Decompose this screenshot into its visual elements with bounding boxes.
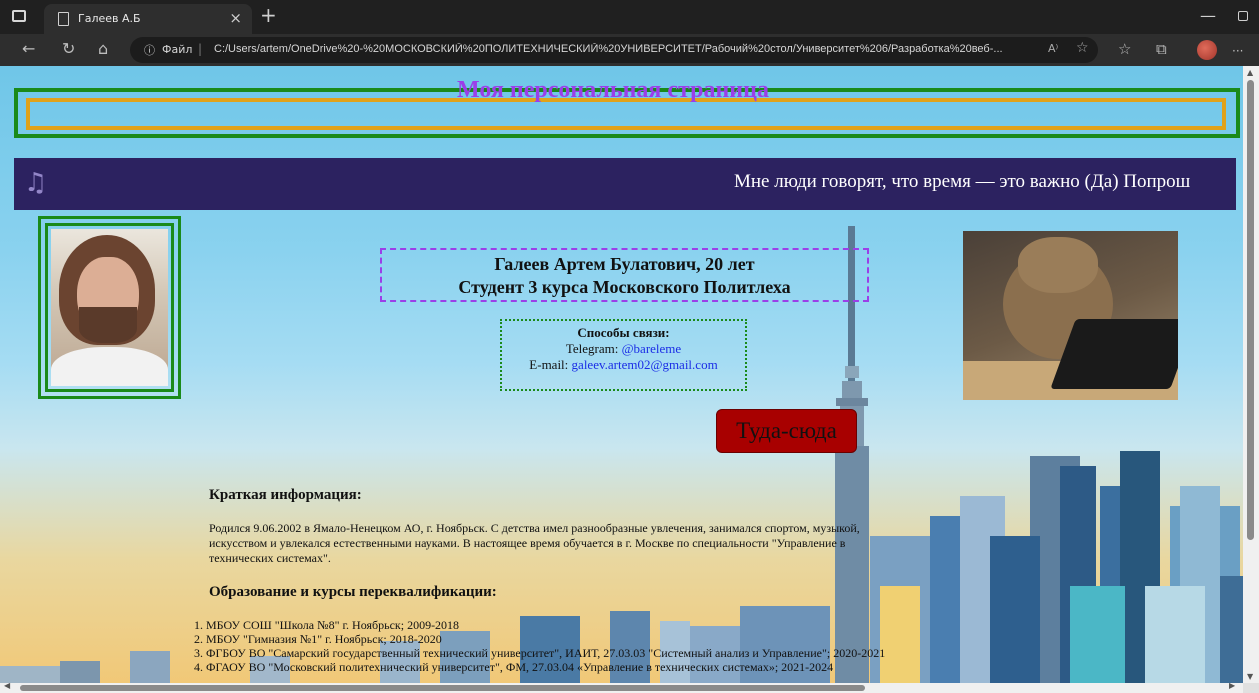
education-list: 1. МБОУ СОШ "Школа №8" г. Ноябрьск; 2009… bbox=[194, 618, 885, 674]
address-bar[interactable]: ⓘ Файл | C:/Users/artem/OneDrive%20-%20М… bbox=[130, 37, 1098, 63]
profile-avatar[interactable] bbox=[1197, 40, 1217, 60]
collections-icon[interactable]: ⧉ bbox=[1156, 39, 1167, 59]
favorites-icon[interactable]: ☆ bbox=[1118, 39, 1131, 59]
scroll-right-icon[interactable]: ▶ bbox=[1229, 681, 1235, 690]
telegram-row: Telegram: @bareleme bbox=[502, 341, 745, 357]
list-item: 2. МБОУ "Гимназия №1" г. Ноябрьск; 2018-… bbox=[194, 632, 442, 646]
profile-photo-frame bbox=[38, 216, 181, 399]
full-name: Галеев Артем Булатович, 20 лет bbox=[494, 254, 755, 274]
info-icon[interactable]: ⓘ bbox=[144, 42, 155, 58]
brief-text: Родился 9.06.2002 в Ямало-Ненецком АО, г… bbox=[209, 521, 860, 565]
browser-tab-active[interactable]: Галеев А.Б × bbox=[44, 4, 252, 34]
contacts-heading: Способы связи: bbox=[577, 325, 670, 340]
contacts-box: Способы связи: Telegram: @bareleme E-mai… bbox=[500, 319, 747, 391]
vertical-scroll-thumb[interactable] bbox=[1247, 80, 1254, 540]
name-box: Галеев Артем Булатович, 20 лет Студент 3… bbox=[380, 248, 869, 302]
page-title: Моя персональная страница bbox=[457, 77, 769, 103]
address-url[interactable]: C:/Users/artem/OneDrive%20-%20МОСКОВСКИЙ… bbox=[214, 43, 1044, 55]
more-menu-icon[interactable]: ··· bbox=[1232, 41, 1243, 61]
window-menu-icon[interactable] bbox=[12, 10, 26, 22]
browser-tab-bar: Галеев А.Б × + — bbox=[0, 0, 1259, 34]
scrollbar-corner bbox=[1243, 683, 1259, 693]
scroll-up-icon[interactable]: ▲ bbox=[1247, 68, 1253, 77]
maximize-icon[interactable] bbox=[1238, 11, 1248, 21]
list-item: 4. ФГАОУ ВО "Московский политехнический … bbox=[194, 660, 834, 674]
toggle-button[interactable]: Туда-сюда bbox=[716, 409, 857, 453]
telegram-label: Telegram: bbox=[565, 341, 619, 356]
page-viewport: Моя персональная страница ♫ Мне люди гов… bbox=[0, 66, 1243, 683]
student-status: Студент 3 курса Московского Политлеха bbox=[458, 277, 791, 297]
scroll-down-icon[interactable]: ▼ bbox=[1247, 672, 1253, 681]
brief-heading: Краткая информация: bbox=[209, 487, 362, 503]
education-heading: Образование и курсы переквалификации: bbox=[209, 584, 497, 600]
favorite-star-icon[interactable]: ☆ bbox=[1076, 40, 1089, 56]
reload-icon[interactable]: ↻ bbox=[62, 39, 75, 59]
scroll-left-icon[interactable]: ◀ bbox=[4, 681, 10, 690]
read-aloud-icon[interactable]: A⁾ bbox=[1048, 42, 1058, 55]
home-icon[interactable]: ⌂ bbox=[98, 39, 108, 59]
back-icon[interactable]: ← bbox=[22, 39, 35, 59]
email-row: E-mail: galeev.artem02@gmail.com bbox=[502, 357, 745, 373]
email-link[interactable]: galeev.artem02@gmail.com bbox=[572, 357, 718, 372]
list-item: 1. МБОУ СОШ "Школа №8" г. Ноябрьск; 2009… bbox=[194, 618, 460, 632]
music-marquee-bar: ♫ Мне люди говорят, что время — это важн… bbox=[14, 158, 1236, 210]
music-marquee-text: Мне люди говорят, что время — это важно … bbox=[734, 171, 1191, 192]
minimize-icon[interactable]: — bbox=[1200, 6, 1216, 25]
list-item: 3. ФГБОУ ВО "Самарский государственный т… bbox=[194, 646, 886, 660]
browser-toolbar: ← ↻ ⌂ ⓘ Файл | C:/Users/artem/OneDrive%2… bbox=[0, 34, 1259, 66]
document-icon bbox=[58, 12, 69, 26]
new-tab-button[interactable]: + bbox=[260, 3, 277, 27]
horizontal-scroll-thumb[interactable] bbox=[20, 685, 865, 691]
profile-photo-inner-frame bbox=[45, 223, 174, 392]
capybara-image bbox=[963, 231, 1178, 400]
tab-title: Галеев А.Б bbox=[78, 12, 141, 25]
tab-close-icon[interactable]: × bbox=[229, 9, 242, 27]
telegram-link[interactable]: @bareleme bbox=[622, 341, 682, 356]
profile-photo bbox=[51, 229, 168, 386]
music-note-icon[interactable]: ♫ bbox=[24, 168, 47, 198]
horizontal-scrollbar[interactable]: ◀ ▶ bbox=[0, 681, 1243, 693]
address-separator: | bbox=[198, 42, 203, 56]
email-label: E-mail: bbox=[529, 357, 569, 372]
vertical-scrollbar[interactable]: ▲ ▼ bbox=[1243, 66, 1259, 683]
address-scheme-label: Файл bbox=[162, 43, 193, 56]
